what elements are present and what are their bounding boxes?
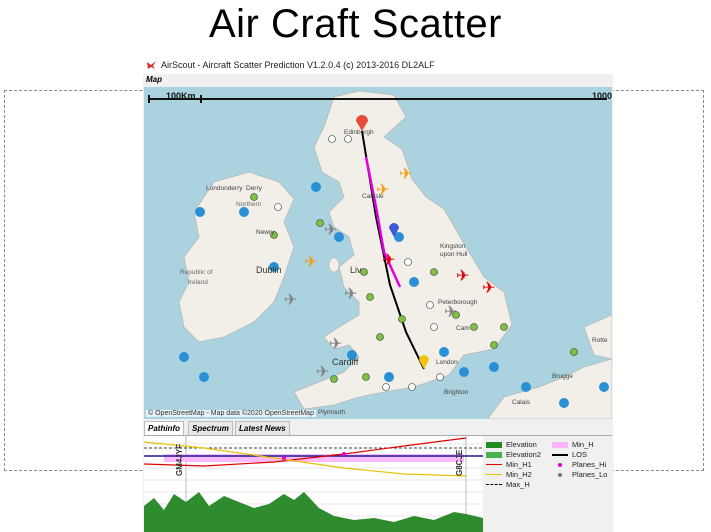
chart-legend: Elevation Min_H Elevation2 LOS Min_H1 Pl…: [486, 440, 613, 500]
tab-latest-news[interactable]: Latest News: [235, 421, 290, 435]
tab-pathinfo[interactable]: Pathinfo: [144, 421, 184, 435]
window-titlebar: AirScout - Aircraft Scatter Prediction V…: [143, 56, 613, 74]
place-republic: Republic of: [180, 269, 213, 276]
plane-icon[interactable]: ✈: [316, 364, 329, 381]
plane-icon[interactable]: ✈: [456, 268, 469, 285]
bottom-tabs: Pathinfo Spectrum Latest News: [144, 420, 612, 436]
map-group-label: Map: [146, 75, 162, 84]
place-peterborough: Peterborough: [438, 299, 478, 306]
plane-icon[interactable]: ✈: [304, 254, 317, 271]
map-view[interactable]: ✈ ✈ ✈ ✈ ✈ ✈ ✈ ✈ ✈ ✈ ✈ ✈ 100Km 1000 Edinb…: [144, 87, 612, 419]
path-profile-canvas: GM4JYF G8CJE: [144, 436, 483, 532]
place-derry: Derry: [246, 185, 262, 192]
place-newry: Newry: [256, 229, 275, 236]
place-upon-hull: upon Hull: [440, 251, 468, 258]
airscout-window: AirScout - Aircraft Scatter Prediction V…: [143, 56, 613, 532]
window-title: AirScout - Aircraft Scatter Prediction V…: [161, 60, 435, 70]
place-plymouth: Plymouth: [318, 409, 346, 416]
scale-right-label: 1000: [592, 91, 612, 101]
place-kingston: Kingston: [440, 243, 466, 250]
plane-icon[interactable]: ✈: [482, 280, 495, 297]
place-northern: Northern: [236, 201, 262, 208]
airscout-logo-icon: [147, 61, 156, 69]
place-cardiff: Cardiff: [332, 357, 359, 367]
slide-title: Air Craft Scatter: [208, 2, 502, 46]
place-liverpool: Liv: [350, 265, 362, 275]
map-canvas: ✈ ✈ ✈ ✈ ✈ ✈ ✈ ✈ ✈ ✈ ✈ ✈: [148, 90, 612, 419]
place-londonderry: Londonderry: [206, 185, 243, 192]
tab-spectrum[interactable]: Spectrum: [188, 421, 233, 435]
plane-icon[interactable]: ✈: [329, 336, 342, 353]
place-calais: Calais: [512, 399, 531, 406]
place-london: London: [436, 359, 458, 366]
left-callsign: GM4JYF: [175, 444, 184, 476]
land-great-britain: [293, 90, 513, 410]
right-callsign: G8CJE: [455, 449, 464, 476]
plane-icon[interactable]: ✈: [284, 292, 297, 309]
place-brugge: Brugge: [552, 373, 573, 380]
place-edinburgh: Edinburgh: [344, 129, 374, 136]
plane-icon[interactable]: ✈: [399, 166, 412, 183]
plane-icon[interactable]: ✈: [382, 252, 395, 269]
elevation-area: [144, 492, 483, 532]
path-profile-chart: GM4JYF G8CJE: [144, 436, 483, 532]
place-ireland: Ireland: [188, 279, 208, 286]
plane-icon[interactable]: ✈: [344, 286, 357, 303]
place-rotterdam: Rotte: [592, 337, 608, 344]
scale-left-label: 100Km: [166, 91, 196, 101]
map-attribution: © OpenStreetMap - Map data ©2020 OpenStr…: [146, 410, 316, 417]
place-cambridge: Cam: [456, 325, 470, 332]
place-carlisle: Carlisle: [362, 193, 384, 200]
place-dublin: Dublin: [256, 265, 282, 275]
land-ireland: [178, 171, 295, 343]
land-france: [488, 358, 612, 419]
place-brighton: Brighton: [444, 389, 469, 396]
